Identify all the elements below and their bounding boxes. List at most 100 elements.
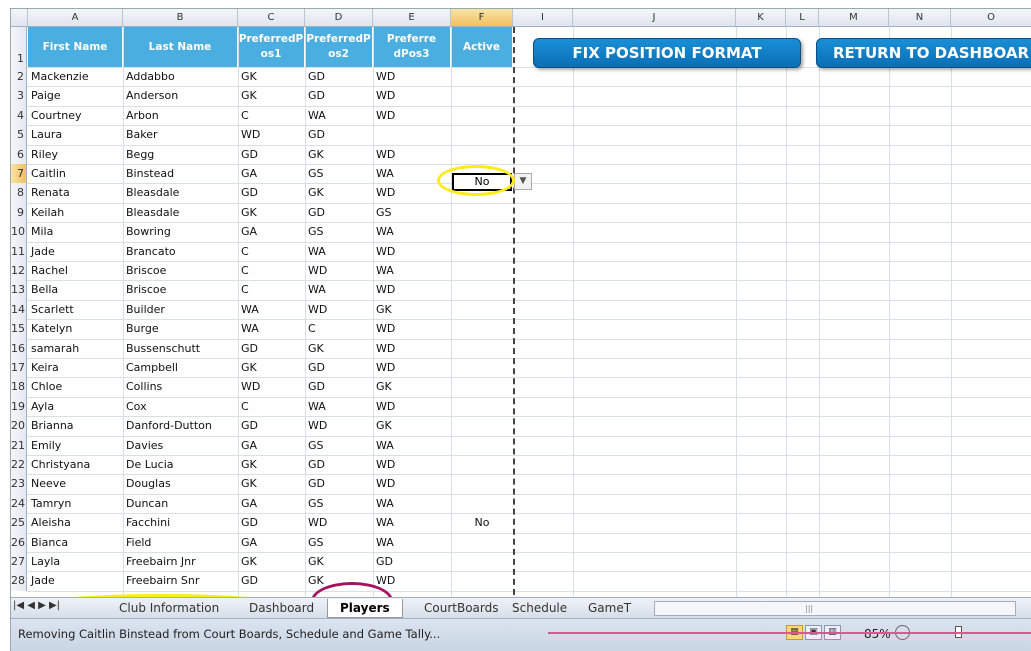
cell-first-28[interactable]: Jade	[28, 572, 123, 589]
cell-first-26[interactable]: Bianca	[28, 534, 123, 551]
cell-active-28[interactable]	[451, 572, 513, 589]
cell-active-13[interactable]	[451, 281, 513, 298]
cell-p2-23[interactable]: GD	[305, 475, 373, 492]
cell-p3-5[interactable]	[373, 126, 451, 143]
cell-p1-18[interactable]: WD	[238, 378, 305, 395]
cell-last-7[interactable]: Binstead	[123, 165, 238, 182]
cell-first-12[interactable]: Rachel	[28, 262, 123, 279]
cell-last-10[interactable]: Bowring	[123, 223, 238, 240]
row-header-23[interactable]: 23	[11, 474, 27, 494]
cell-p1-12[interactable]: C	[238, 262, 305, 279]
cell-first-27[interactable]: Layla	[28, 553, 123, 570]
select-all-corner[interactable]	[11, 9, 28, 26]
cell-last-5[interactable]: Baker	[123, 126, 238, 143]
row-header-2[interactable]: 2	[11, 67, 27, 87]
cell-p1-5[interactable]: WD	[238, 126, 305, 143]
cell-p3-12[interactable]: WA	[373, 262, 451, 279]
cell-active-5[interactable]	[451, 126, 513, 143]
scroll-grip-icon[interactable]: |||	[805, 604, 813, 613]
cell-p2-24[interactable]: GS	[305, 495, 373, 512]
cell-active-18[interactable]	[451, 378, 513, 395]
column-header-d[interactable]: D	[305, 9, 373, 26]
cell-p1-20[interactable]: GD	[238, 417, 305, 434]
cell-p2-21[interactable]: GS	[305, 437, 373, 454]
cell-last-4[interactable]: Arbon	[123, 107, 238, 124]
cell-last-3[interactable]: Anderson	[123, 87, 238, 104]
cell-first-19[interactable]: Ayla	[28, 398, 123, 415]
cell-active-16[interactable]	[451, 340, 513, 357]
cell-p1-7[interactable]: GA	[238, 165, 305, 182]
row-header-11[interactable]: 11	[11, 241, 27, 261]
cell-active-17[interactable]	[451, 359, 513, 376]
cell-active-23[interactable]	[451, 475, 513, 492]
cell-last-13[interactable]: Briscoe	[123, 281, 238, 298]
cell-p3-17[interactable]: WD	[373, 359, 451, 376]
column-header-e[interactable]: E	[373, 9, 451, 26]
row-header-14[interactable]: 14	[11, 299, 27, 320]
column-header-c[interactable]: C	[238, 9, 305, 26]
cell-p2-9[interactable]: GD	[305, 204, 373, 221]
cell-p1-17[interactable]: GK	[238, 359, 305, 376]
cell-p3-25[interactable]: WA	[373, 514, 451, 531]
cell-last-24[interactable]: Duncan	[123, 495, 238, 512]
column-header-k[interactable]: K	[736, 9, 786, 26]
cell-p2-26[interactable]: GS	[305, 534, 373, 551]
cell-p1-10[interactable]: GA	[238, 223, 305, 240]
cell-active-26[interactable]	[451, 534, 513, 551]
cell-last-14[interactable]: Builder	[123, 301, 238, 318]
cell-first-10[interactable]: Mila	[28, 223, 123, 240]
cell-active-9[interactable]	[451, 204, 513, 221]
cell-last-2[interactable]: Addabbo	[123, 68, 238, 85]
cell-first-2[interactable]: Mackenzie	[28, 68, 123, 85]
row-header-13[interactable]: 13	[11, 280, 27, 300]
cell-p3-19[interactable]: WD	[373, 398, 451, 415]
cell-p2-25[interactable]: WD	[305, 514, 373, 531]
cell-first-15[interactable]: Katelyn	[28, 320, 123, 337]
cell-p2-7[interactable]: GS	[305, 165, 373, 182]
column-header-o[interactable]: O	[951, 9, 1031, 26]
row-header-17[interactable]: 17	[11, 358, 27, 378]
cell-active-24[interactable]	[451, 495, 513, 512]
cell-p1-11[interactable]: C	[238, 243, 305, 260]
cell-p3-14[interactable]: GK	[373, 301, 451, 318]
cell-p3-13[interactable]: WD	[373, 281, 451, 298]
cell-p3-16[interactable]: WD	[373, 340, 451, 357]
cell-last-21[interactable]: Davies	[123, 437, 238, 454]
tab-players[interactable]: Players	[327, 599, 403, 618]
cell-active-20[interactable]	[451, 417, 513, 434]
zoom-level[interactable]: 85%	[864, 627, 891, 641]
row-header-19[interactable]: 19	[11, 396, 27, 417]
row-header-12[interactable]: 12	[11, 261, 27, 281]
cell-p1-24[interactable]: GA	[238, 495, 305, 512]
cell-p2-8[interactable]: GK	[305, 184, 373, 201]
row-header-6[interactable]: 6	[11, 144, 27, 164]
cell-first-11[interactable]: Jade	[28, 243, 123, 260]
cell-active-4[interactable]	[451, 107, 513, 124]
cell-first-22[interactable]: Christyana	[28, 456, 123, 473]
cell-active-25[interactable]: No	[451, 514, 513, 531]
cell-p1-14[interactable]: WA	[238, 301, 305, 318]
tab-courtboards[interactable]: CourtBoards	[412, 599, 510, 617]
cell-active-6[interactable]	[451, 146, 513, 163]
cell-p1-27[interactable]: GK	[238, 553, 305, 570]
cell-last-19[interactable]: Cox	[123, 398, 238, 415]
cell-p1-13[interactable]: C	[238, 281, 305, 298]
tab-nav-arrows-icon[interactable]: |◀ ◀ ▶ ▶|	[13, 600, 60, 611]
cell-p1-26[interactable]: GA	[238, 534, 305, 551]
cell-last-26[interactable]: Field	[123, 534, 238, 551]
row-header-3[interactable]: 3	[11, 86, 27, 106]
row-header-16[interactable]: 16	[11, 338, 27, 358]
cell-p2-13[interactable]: WA	[305, 281, 373, 298]
cell-p3-22[interactable]: WD	[373, 456, 451, 473]
column-header-m[interactable]: M	[819, 9, 889, 26]
tab-dashboard[interactable]: Dashboard	[237, 599, 326, 617]
row-header-25[interactable]: 25	[11, 513, 27, 533]
cell-p2-10[interactable]: GS	[305, 223, 373, 240]
row-header-21[interactable]: 21	[11, 435, 27, 455]
cell-last-20[interactable]: Danford-Dutton	[123, 417, 238, 434]
column-header-i[interactable]: I	[513, 9, 573, 26]
cell-p3-3[interactable]: WD	[373, 87, 451, 104]
cell-p2-15[interactable]: C	[305, 320, 373, 337]
cell-p1-23[interactable]: GK	[238, 475, 305, 492]
cell-p3-28[interactable]: WD	[373, 572, 451, 589]
